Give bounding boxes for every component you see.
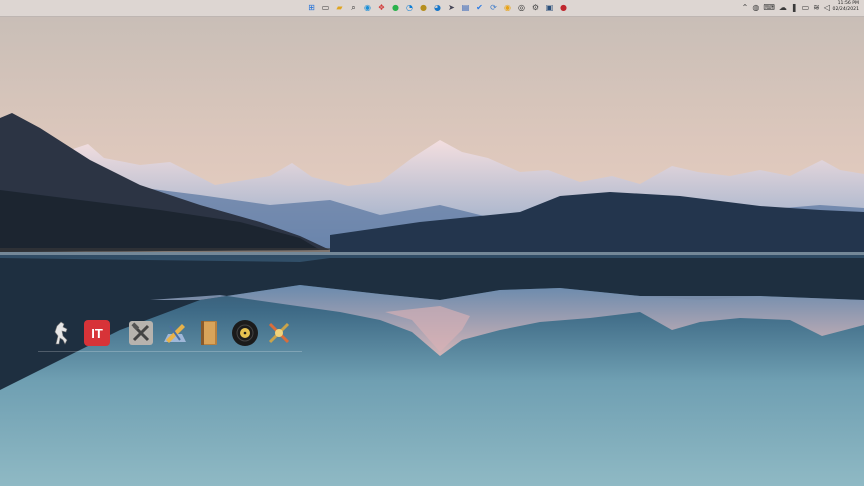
taskbar-apps: ⊞ ▭ ▰ ⌕ ◉ ❖ ● ◔ ● ◕ ➤ ▤ ✔ ⟳ ◉ ◎ ⚙ ▣ ● [306, 2, 569, 13]
cloud-icon[interactable]: ☁ [779, 3, 787, 13]
settings-icon[interactable]: ⚙ [530, 2, 541, 13]
photos-icon[interactable]: ❖ [376, 2, 387, 13]
rocket-icon[interactable]: ➤ [446, 2, 457, 13]
system-tray: ⌃ ◍ ⌨ ☁ ❚ ▭ ≋ ◁ [742, 3, 830, 13]
it-app-label: IT [91, 326, 103, 341]
chevron-up-icon[interactable]: ⌃ [742, 3, 749, 13]
todo-icon[interactable]: ✔ [474, 2, 485, 13]
edge-dev-icon[interactable]: ◕ [432, 2, 443, 13]
edge-icon[interactable]: ◔ [404, 2, 415, 13]
display-icon[interactable]: ▭ [802, 3, 810, 13]
taskbar: ⊞ ▭ ▰ ⌕ ◉ ❖ ● ◔ ● ◕ ➤ ▤ ✔ ⟳ ◉ ◎ ⚙ ▣ ● ⌃ ◍ ⌨ ☁ ❚ ▭ ≋ ◁ 11:56 PM 02… [0, 0, 864, 17]
xcode-app-icon[interactable] [160, 318, 190, 348]
it-app-icon[interactable]: IT [82, 318, 112, 348]
vinyl-app-icon[interactable] [230, 318, 260, 348]
wifi-icon[interactable]: ≋ [813, 3, 820, 13]
utility-app-icon[interactable] [264, 318, 294, 348]
record-icon[interactable]: ● [558, 2, 569, 13]
keyboard-icon[interactable]: ⌨ [763, 3, 775, 13]
dock: IT [38, 316, 302, 352]
book-app-icon[interactable] [194, 318, 224, 348]
volume-icon[interactable]: ◁ [824, 3, 830, 13]
word-icon[interactable]: ▤ [460, 2, 471, 13]
task-view-icon[interactable]: ▭ [320, 2, 331, 13]
sync-icon[interactable]: ⟳ [488, 2, 499, 13]
search-icon[interactable]: ⌕ [348, 2, 359, 13]
microphone-icon[interactable]: ❚ [791, 3, 798, 13]
tools-app-icon[interactable] [126, 318, 156, 348]
chrome-icon[interactable]: ◉ [362, 2, 373, 13]
headset-icon[interactable]: ● [418, 2, 429, 13]
circle-app-icon[interactable]: ◎ [516, 2, 527, 13]
dock-shelf [38, 351, 302, 352]
horse-app-icon[interactable] [46, 318, 76, 348]
file-explorer-icon[interactable]: ▰ [334, 2, 345, 13]
video-icon[interactable]: ▣ [544, 2, 555, 13]
start-icon[interactable]: ⊞ [306, 2, 317, 13]
evernote-icon[interactable]: ● [390, 2, 401, 13]
antivirus-icon[interactable]: ◍ [752, 3, 759, 13]
chrome-canary-icon[interactable]: ◉ [502, 2, 513, 13]
taskbar-clock[interactable]: 11:56 PM 02/24/2021 [833, 1, 859, 13]
clock-date: 02/24/2021 [832, 7, 859, 12]
desktop-wallpaper [0, 0, 864, 486]
